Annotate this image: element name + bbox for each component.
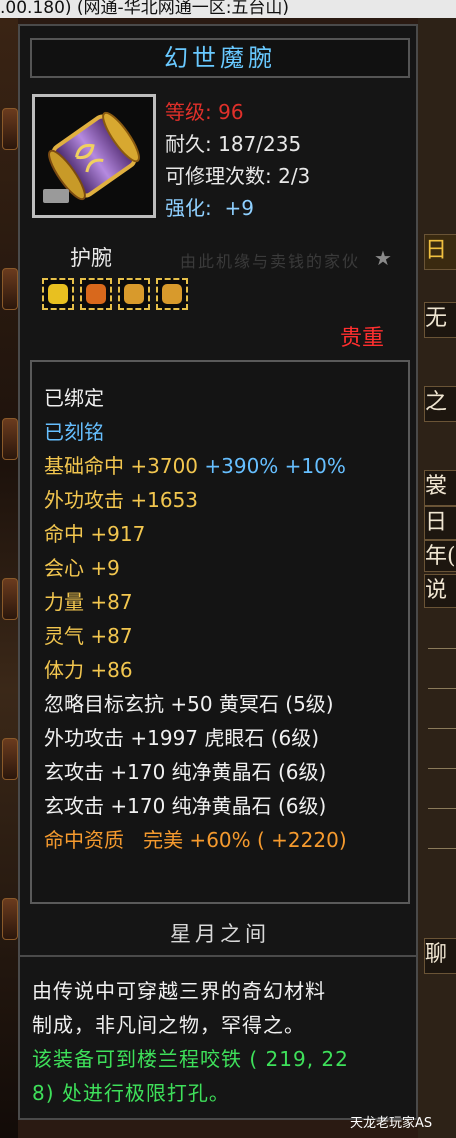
attr-gem-4: 玄攻击 +170 纯净黄晶石 (6级) [44, 794, 327, 818]
side-decoration-icon [2, 578, 18, 620]
side-text: 之 [424, 386, 456, 422]
tiger-gem-icon [162, 284, 182, 304]
side-tab[interactable]: 日 [424, 234, 456, 270]
item-slot: 护腕 [70, 246, 112, 270]
side-decoration-icon [2, 108, 18, 150]
divider [428, 728, 456, 729]
side-text: 裳 [424, 470, 456, 506]
side-text: 无 [424, 302, 456, 338]
attr-stamina: 体力 +86 [44, 658, 133, 682]
item-title-bar: 幻世魔腕 [30, 38, 410, 78]
description-link-line: 8) 处进行极限打孔。 [32, 1081, 230, 1105]
gem-slot-1[interactable] [42, 278, 74, 310]
item-repairs: 可修理次数: 2/3 [165, 164, 311, 188]
item-durability: 耐久: 187/235 [165, 132, 302, 156]
side-text: 说 [424, 574, 456, 608]
description-link-line: 该装备可到楼兰程咬铁 ( 219, 22 [32, 1047, 349, 1071]
gem-slot-3[interactable] [118, 278, 150, 310]
item-icon-frame [32, 94, 156, 218]
bound-status: 已绑定 [44, 386, 104, 410]
attr-ext-attack: 外功攻击 +1653 [44, 488, 199, 512]
faded-text: 由此机缘与卖钱的家伙 [180, 252, 361, 271]
side-decoration-icon [2, 898, 18, 940]
attr-strength: 力量 +87 [44, 590, 133, 614]
game-background-right: 日 无 之 裳 日 年( 说 聊 [418, 18, 456, 1138]
window-title: .00.180) (网通-华北网通一区:五台山) [0, 0, 290, 18]
engraved-status: 已刻铭 [44, 420, 104, 444]
gem-slot-2[interactable] [80, 278, 112, 310]
gem-slot-4[interactable] [156, 278, 188, 310]
side-text: 年( [424, 540, 456, 572]
item-level: 等级: 96 [165, 100, 244, 124]
attr-hit: 命中 +917 [44, 522, 146, 546]
item-description: 由传说中可穿越三界的奇幻材料 制成，非凡间之物，罕得之。 该装备可到楼兰程咬铁 … [18, 955, 418, 1120]
item-enhance: 强化: +9 [165, 196, 254, 220]
section-title: 星月之间 [170, 922, 270, 946]
yellow-gem-icon [48, 284, 68, 304]
item-rarity: 贵重 [340, 326, 385, 351]
side-text: 日 [424, 506, 456, 540]
divider [428, 648, 456, 649]
description-line: 制成，非凡间之物，罕得之。 [32, 1013, 305, 1037]
amber-gem-icon [86, 284, 106, 304]
item-stats: 等级: 96 耐久: 187/235 可修理次数: 2/3 强化: +9 [165, 96, 310, 224]
side-decoration-icon [2, 268, 18, 310]
attr-gem-1: 忽略目标玄抗 +50 黄冥石 (5级) [44, 692, 334, 716]
game-background-left [0, 18, 18, 1138]
attr-gem-3: 玄攻击 +170 纯净黄晶石 (6级) [44, 760, 327, 784]
chat-tab[interactable]: 聊 [424, 938, 456, 974]
divider [428, 688, 456, 689]
divider [428, 808, 456, 809]
attr-quality: 命中资质 完美 +60% ( +2220) [44, 828, 347, 852]
star-icon[interactable]: ★ [374, 246, 392, 270]
window-title-bar: .00.180) (网通-华北网通一区:五台山) [0, 0, 456, 18]
divider [428, 768, 456, 769]
item-name: 幻世魔腕 [164, 44, 276, 72]
tiger-gem-icon [124, 284, 144, 304]
attr-crit: 会心 +9 [44, 556, 120, 580]
attribute-box: 已绑定 已刻铭 基础命中 +3700 +390% +10% 外功攻击 +1653… [30, 360, 410, 904]
attr-gem-2: 外功攻击 +1997 虎眼石 (6级) [44, 726, 320, 750]
description-line: 由传说中可穿越三界的奇幻材料 [32, 979, 326, 1003]
side-decoration-icon [2, 418, 18, 460]
watermark: 天龙老玩家AS [350, 1116, 433, 1131]
attr-spirit: 灵气 +87 [44, 624, 133, 648]
side-decoration-icon [2, 738, 18, 780]
purple-gold-bracer-icon [43, 111, 140, 203]
item-tooltip: 幻世魔腕 等级: 96 耐久: 187/235 可修理次数: 2/3 强化: +… [18, 24, 418, 984]
attr-base-hit: 基础命中 +3700 +390% +10% [44, 454, 346, 478]
divider [428, 848, 456, 849]
